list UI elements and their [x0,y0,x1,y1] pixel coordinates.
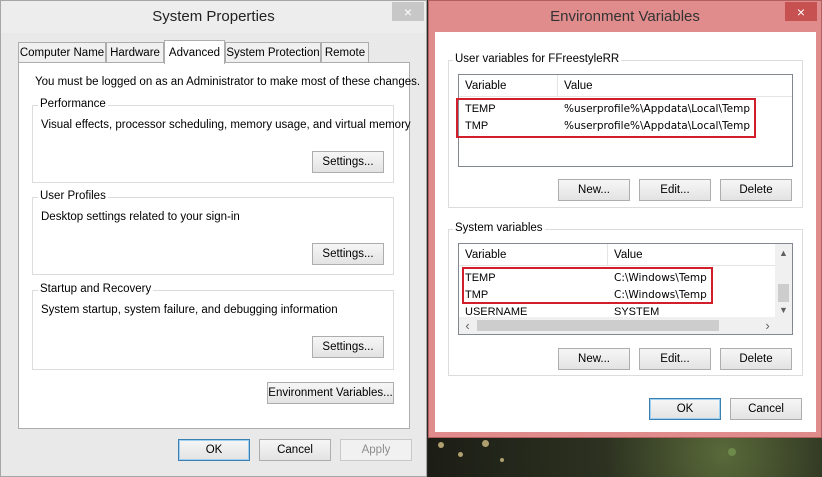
startup-recovery-title: Startup and Recovery [38,283,154,295]
column-header-variable[interactable]: Variable [459,244,608,266]
table-row[interactable]: TMP C:\Windows\Temp [459,287,777,304]
tab-computer-name[interactable]: Computer Name [18,42,106,62]
user-profiles-title: User Profiles [38,190,108,202]
startup-recovery-description: System startup, system failure, and debu… [41,304,338,316]
environment-variables-button[interactable]: Environment Variables... [267,382,394,404]
variable-name: TEMP [465,272,496,284]
tab-remote[interactable]: Remote [321,42,369,62]
variable-name: TMP [465,289,489,301]
environment-variables-client: User variables for FFreestyleRR Variable… [435,32,816,432]
ok-button[interactable]: OK [649,398,721,420]
variable-value: C:\Windows\Temp [614,272,707,284]
user-profiles-settings-button[interactable]: Settings... [312,243,384,265]
column-header-value[interactable]: Value [608,244,777,266]
startup-recovery-settings-button[interactable]: Settings... [312,336,384,358]
close-icon[interactable]: × [785,2,817,21]
tab-hardware[interactable]: Hardware [106,42,164,62]
scroll-right-icon[interactable]: › [759,317,776,334]
performance-title: Performance [38,98,108,110]
window-title: Environment Variables [550,8,700,25]
wallpaper-light [728,448,736,456]
system-new-button[interactable]: New... [558,348,630,370]
user-edit-button[interactable]: Edit... [639,179,711,201]
wallpaper-light [438,442,444,448]
close-icon[interactable]: × [392,2,424,21]
performance-settings-button[interactable]: Settings... [312,151,384,173]
column-header-value[interactable]: Value [558,75,792,97]
environment-variables-window: Environment Variables × User variables f… [428,0,822,438]
wallpaper-light [500,458,504,462]
table-row[interactable]: TEMP C:\Windows\Temp [459,270,777,287]
system-properties-window: System Properties × Computer Name Hardwa… [0,0,427,477]
list-header: Variable Value [459,75,792,97]
user-variables-list[interactable]: Variable Value TEMP %userprofile%\Appdat… [458,74,793,167]
scroll-thumb[interactable] [477,320,719,331]
system-edit-button[interactable]: Edit... [639,348,711,370]
scroll-up-icon[interactable]: ▲ [775,244,792,261]
desktop-background [428,438,822,477]
scroll-thumb[interactable] [778,284,789,302]
system-variables-list[interactable]: Variable Value TEMP C:\Windows\Temp TMP … [458,243,793,335]
system-properties-titlebar[interactable]: System Properties × [1,1,426,33]
startup-recovery-group [32,290,394,370]
table-row[interactable]: TMP %userprofile%\Appdata\Local\Temp [459,118,792,135]
table-row[interactable]: TEMP %userprofile%\Appdata\Local\Temp [459,101,792,118]
variable-name: TEMP [465,103,496,115]
vertical-scrollbar[interactable]: ▲ ▼ [775,244,792,318]
list-header: Variable Value [459,244,777,266]
variable-value: C:\Windows\Temp [614,289,707,301]
variable-value: %userprofile%\Appdata\Local\Temp [564,120,750,132]
variable-name: TMP [465,120,489,132]
window-title: System Properties [152,8,275,25]
apply-button[interactable]: Apply [340,439,412,461]
user-delete-button[interactable]: Delete [720,179,792,201]
user-profiles-description: Desktop settings related to your sign-in [41,211,240,223]
horizontal-scrollbar[interactable]: ‹ › [459,317,792,334]
user-new-button[interactable]: New... [558,179,630,201]
cancel-button[interactable]: Cancel [730,398,802,420]
performance-description: Visual effects, processor scheduling, me… [41,119,411,131]
wallpaper-light [482,440,489,447]
scroll-left-icon[interactable]: ‹ [459,317,476,334]
variable-value: %userprofile%\Appdata\Local\Temp [564,103,750,115]
admin-note: You must be logged on as an Administrato… [35,76,421,88]
ok-button[interactable]: OK [178,439,250,461]
user-variables-title: User variables for FFreestyleRR [453,53,622,65]
tab-system-protection[interactable]: System Protection [225,42,321,62]
wallpaper-light [458,452,463,457]
cancel-button[interactable]: Cancel [259,439,331,461]
tab-advanced[interactable]: Advanced [164,40,225,64]
column-header-variable[interactable]: Variable [459,75,558,97]
system-delete-button[interactable]: Delete [720,348,792,370]
advanced-tab-panel: You must be logged on as an Administrato… [18,62,420,429]
scroll-down-icon[interactable]: ▼ [775,301,792,318]
system-variables-title: System variables [453,222,545,234]
